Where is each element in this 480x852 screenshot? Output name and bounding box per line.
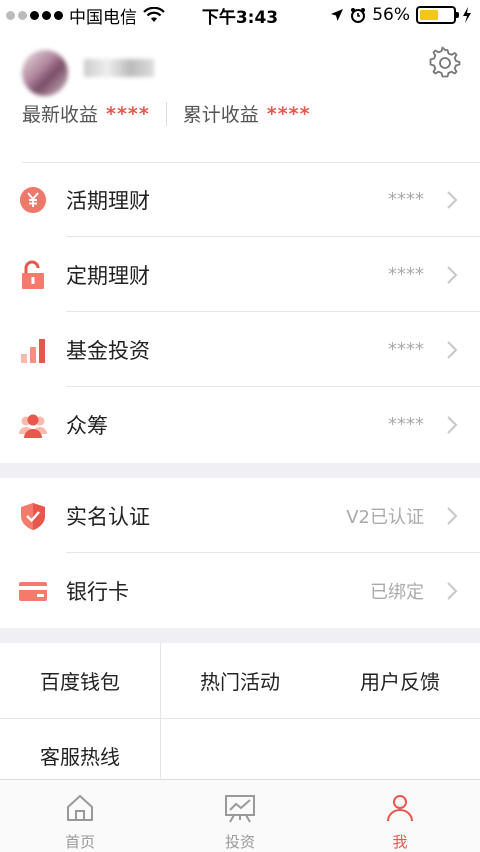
account-label: 银行卡 xyxy=(66,579,129,604)
services-grid: 百度钱包 热门活动 用户反馈 客服热线 xyxy=(0,643,480,779)
carrier-label: 中国电信 xyxy=(69,7,137,28)
account-row-verification[interactable]: 实名认证 V2已认证 xyxy=(0,478,480,553)
tab-home[interactable]: 首页 xyxy=(0,780,160,852)
unlock-icon xyxy=(22,260,44,289)
wifi-icon xyxy=(143,7,165,22)
people-icon xyxy=(19,414,47,438)
earnings-summary: 最新收益 **** 累计收益 **** xyxy=(22,100,311,127)
finance-row-crowdfund[interactable]: 众筹 **** xyxy=(0,387,480,462)
avatar[interactable] xyxy=(22,50,68,96)
grid-item-baidu-wallet[interactable]: 百度钱包 xyxy=(0,643,160,718)
total-earnings-value: **** xyxy=(266,102,311,125)
chevron-right-icon xyxy=(447,416,458,434)
battery-percent: 56% xyxy=(372,5,410,25)
finance-row-current[interactable]: 活期理财 **** xyxy=(0,162,480,237)
chevron-right-icon xyxy=(447,341,458,359)
tab-invest[interactable]: 投资 xyxy=(160,780,320,852)
latest-earnings-value: **** xyxy=(106,102,150,125)
chevron-right-icon xyxy=(447,507,458,525)
profile-header: 最新收益 **** 累计收益 **** xyxy=(0,30,480,162)
earnings-divider xyxy=(165,101,167,126)
chart-easel-icon xyxy=(225,795,255,823)
finance-section: 活期理财 **** 定期理财 **** 基金投资 **** 众筹 **** xyxy=(0,162,480,463)
grid-item-hot-events[interactable]: 热门活动 xyxy=(160,643,320,718)
account-row-bank-card[interactable]: 银行卡 已绑定 xyxy=(0,553,480,628)
finance-row-fixed[interactable]: 定期理财 **** xyxy=(0,237,480,312)
home-icon xyxy=(67,795,93,821)
grid-item-feedback[interactable]: 用户反馈 xyxy=(320,643,480,718)
finance-value: **** xyxy=(388,189,424,210)
tab-label: 首页 xyxy=(64,833,95,851)
shield-check-icon xyxy=(21,503,45,530)
finance-label: 活期理财 xyxy=(66,188,150,213)
latest-earnings-label: 最新收益 xyxy=(22,104,99,126)
status-time: 下午3:43 xyxy=(201,7,279,28)
section-gap xyxy=(0,628,480,643)
account-value: 已绑定 xyxy=(370,581,424,603)
total-earnings-label: 累计收益 xyxy=(182,104,259,126)
bottom-tab-bar: 首页 投资 我 xyxy=(0,779,480,852)
status-bar: 中国电信 下午3:43 56% xyxy=(0,0,480,30)
battery-icon xyxy=(416,6,459,24)
tab-label: 我 xyxy=(392,833,408,851)
charging-bolt-icon xyxy=(463,7,471,23)
username-blurred xyxy=(84,59,154,77)
account-section: 实名认证 V2已认证 银行卡 已绑定 xyxy=(0,478,480,628)
location-arrow-icon xyxy=(331,9,344,21)
yen-coin-icon xyxy=(20,187,46,213)
finance-label: 基金投资 xyxy=(66,338,150,363)
bank-card-icon xyxy=(19,582,47,601)
finance-value: **** xyxy=(388,264,424,285)
bar-chart-icon xyxy=(21,339,45,363)
settings-gear-icon[interactable] xyxy=(428,46,462,80)
finance-label: 定期理财 xyxy=(66,263,150,288)
finance-value: **** xyxy=(388,339,424,360)
tab-me[interactable]: 我 xyxy=(320,780,480,852)
section-gap xyxy=(0,463,480,478)
account-label: 实名认证 xyxy=(66,504,150,529)
tab-label: 投资 xyxy=(224,833,255,851)
chevron-right-icon xyxy=(447,582,458,600)
signal-strength-icon xyxy=(6,10,63,20)
person-icon xyxy=(387,795,413,822)
alarm-clock-icon xyxy=(351,8,366,23)
account-value: V2已认证 xyxy=(346,506,424,528)
chevron-right-icon xyxy=(447,191,458,209)
chevron-right-icon xyxy=(447,266,458,284)
finance-value: **** xyxy=(388,414,424,435)
finance-row-fund[interactable]: 基金投资 **** xyxy=(0,312,480,387)
finance-label: 众筹 xyxy=(66,413,108,438)
